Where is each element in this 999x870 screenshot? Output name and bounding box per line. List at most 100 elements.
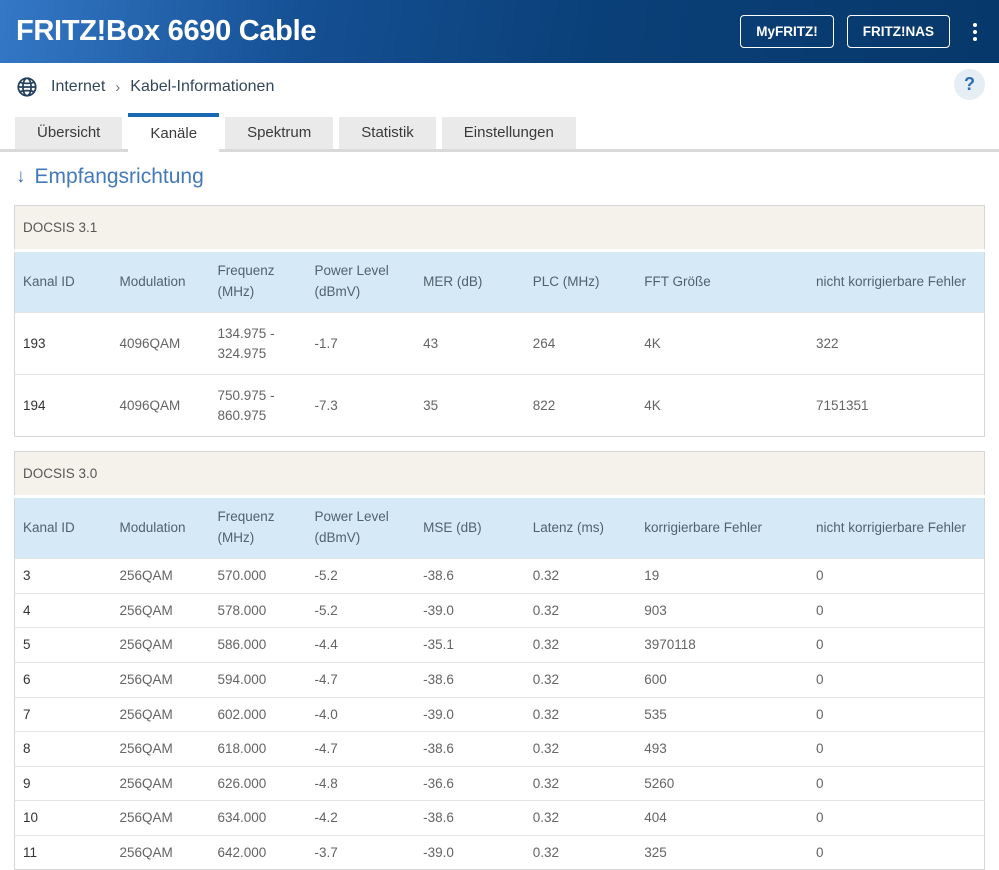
table-cell: 626.000: [209, 765, 307, 801]
tab-einstellungen[interactable]: Einstellungen: [441, 117, 576, 149]
app-title: FRITZ!Box 6690 Cable: [16, 15, 317, 47]
table-cell: 7: [14, 696, 112, 732]
table-cell: 256QAM: [111, 558, 210, 594]
table-cell: 600: [636, 661, 808, 697]
table-cell: -4.7: [306, 661, 416, 697]
table-cell: -38.6: [415, 558, 525, 594]
myfritz-button[interactable]: MyFRITZ!: [740, 14, 834, 49]
table-cell: 5: [14, 627, 112, 663]
table-caption-row: DOCSIS 3.0: [14, 451, 985, 499]
table-cell: 3: [14, 558, 112, 594]
table-cell: 256QAM: [111, 834, 210, 870]
table-cell: -36.6: [415, 765, 525, 801]
fritznas-button[interactable]: FRITZ!NAS: [846, 14, 950, 49]
column-header: nicht korrigierbare Fehler: [807, 250, 985, 313]
table-cell: -39.0: [415, 592, 525, 628]
table-cell: 9: [14, 765, 112, 801]
table-cell: 578.000: [209, 592, 307, 628]
table-cell: 586.000: [209, 627, 307, 663]
table-cell: 0: [807, 696, 985, 732]
section-title: Empfangsrichtung: [34, 165, 204, 188]
table-cell: 35: [415, 374, 525, 437]
column-header: MER (dB): [415, 250, 525, 313]
table-row: 6 256QAM 594.000 -4.7 -38.6 0.32 600 0: [14, 661, 985, 697]
table-cell: 493: [636, 731, 808, 767]
table-cell: -1.7: [306, 311, 416, 375]
table-cell: -5.2: [306, 592, 416, 628]
table-cell: 0: [807, 592, 985, 628]
tab-spektrum[interactable]: Spektrum: [225, 117, 334, 149]
help-button[interactable]: ?: [954, 69, 985, 100]
table-cell: 0: [807, 731, 985, 767]
table-cell: 822: [524, 374, 637, 437]
tab-statistik[interactable]: Statistik: [339, 117, 436, 149]
tab-kanaele[interactable]: Kanäle: [128, 113, 220, 152]
table-cell: 642.000: [209, 834, 307, 870]
table-cell: 134.975 - 324.975: [209, 311, 307, 375]
table-cell: 8: [14, 731, 112, 767]
breadcrumb-separator-icon: ›: [115, 78, 121, 96]
table-cell: 535: [636, 696, 808, 732]
docsis-31-table: DOCSIS 3.1 Kanal ID Modulation Frequenz (MH…: [14, 205, 985, 438]
table-header-row: Kanal ID Modulation Frequenz (MHz) Power Le…: [14, 496, 985, 559]
table-cell: 256QAM: [111, 592, 210, 628]
tab-bar: Übersicht Kanäle Spektrum Statistik Eins…: [0, 113, 999, 152]
breadcrumb-internet[interactable]: Internet: [51, 78, 105, 96]
table-header-row: Kanal ID Modulation Frequenz (MHz) Power Le…: [14, 250, 985, 313]
table-cell: 0.32: [524, 627, 637, 663]
table-cell: 0: [807, 661, 985, 697]
table-cell: -39.0: [415, 696, 525, 732]
table-row: 11 256QAM 642.000 -3.7 -39.0 0.32 325 0: [14, 834, 985, 870]
table-cell: 4096QAM: [111, 374, 210, 437]
table-cell: 594.000: [209, 661, 307, 697]
table-cell: 322: [807, 311, 985, 375]
breadcrumb-current-page: Kabel-Informationen: [130, 78, 275, 95]
table-cell: -38.6: [415, 800, 525, 836]
column-header: Kanal ID: [14, 250, 112, 313]
kebab-menu-icon[interactable]: [967, 19, 983, 45]
table-cell: 0.32: [524, 592, 637, 628]
table-cell: 256QAM: [111, 627, 210, 663]
table-cell: 0.32: [524, 731, 637, 767]
table-cell: 10: [14, 800, 112, 836]
column-header: Latenz (ms): [524, 496, 637, 559]
table-cell: 256QAM: [111, 696, 210, 732]
column-header: Modulation: [111, 496, 210, 559]
column-header: korrigierbare Fehler: [636, 496, 808, 559]
table-cell: 750.975 - 860.975: [209, 374, 307, 437]
table-row: 3 256QAM 570.000 -5.2 -38.6 0.32 19 0: [14, 558, 985, 594]
table-cell: 618.000: [209, 731, 307, 767]
table-cell: 0: [807, 558, 985, 594]
table-cell: 5260: [636, 765, 808, 801]
column-header: Power Level (dBmV): [306, 250, 416, 313]
table-caption: DOCSIS 3.0: [14, 451, 985, 499]
tab-uebersicht[interactable]: Übersicht: [15, 117, 123, 149]
table-caption: DOCSIS 3.1: [14, 205, 985, 252]
column-header: Frequenz (MHz): [209, 496, 307, 559]
column-header: FFT Größe: [636, 250, 808, 313]
table-cell: 4: [14, 592, 112, 628]
docsis-30-table-wrap: DOCSIS 3.0 Kanal ID Modulation Frequenz (MH…: [14, 451, 985, 870]
table-cell: 570.000: [209, 558, 307, 594]
table-caption-row: DOCSIS 3.1: [14, 205, 985, 252]
table-cell: -5.2: [306, 558, 416, 594]
table-cell: -38.6: [415, 731, 525, 767]
column-header: PLC (MHz): [524, 250, 637, 313]
breadcrumb: Internet › Kabel-Informationen ?: [0, 63, 999, 111]
docsis-30-table: DOCSIS 3.0 Kanal ID Modulation Frequenz (MH…: [14, 451, 985, 870]
table-row: 7 256QAM 602.000 -4.0 -39.0 0.32 535 0: [14, 696, 985, 732]
table-cell: 325: [636, 834, 808, 870]
table-cell: 193: [14, 311, 112, 375]
column-header: MSE (dB): [415, 496, 525, 559]
table-cell: 256QAM: [111, 800, 210, 836]
table-cell: -4.8: [306, 765, 416, 801]
column-header: Power Level (dBmV): [306, 496, 416, 559]
table-cell: -38.6: [415, 661, 525, 697]
table-cell: 602.000: [209, 696, 307, 732]
section-empfangsrichtung[interactable]: ↓ Empfangsrichtung: [16, 165, 983, 189]
table-cell: 0: [807, 765, 985, 801]
table-row: 194 4096QAM 750.975 - 860.975 -7.3 35 822 4K 71…: [14, 374, 985, 437]
table-cell: 0: [807, 834, 985, 870]
header-actions: MyFRITZ! FRITZ!NAS: [740, 14, 983, 49]
table-cell: 903: [636, 592, 808, 628]
